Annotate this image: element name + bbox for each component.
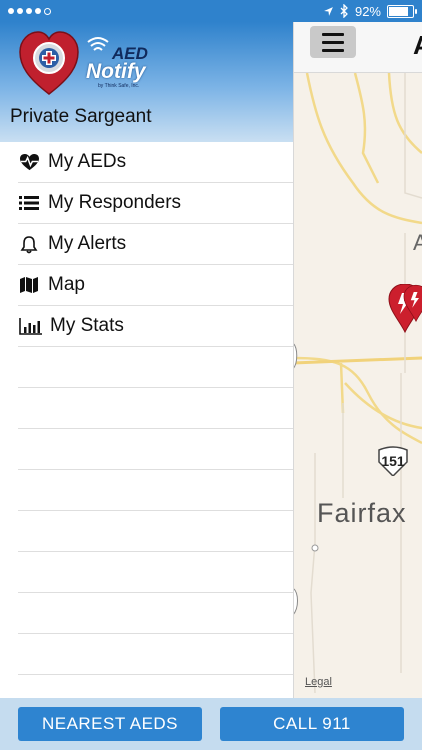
menu-label: My AEDs [48,151,127,172]
menu-item-my-stats[interactable]: My Stats [18,306,293,347]
menu-label: My Responders [48,192,182,213]
empty-menu-row [18,470,293,511]
user-name: Private Sargeant [10,106,152,127]
side-drawer: AED Notify by Think Safe, Inc. Private S… [0,22,294,698]
menu-item-my-aeds[interactable]: My AEDs [18,142,293,183]
app-logo: AED Notify by Think Safe, Inc. [18,30,158,98]
bell-icon [18,234,40,254]
map-view[interactable]: A A 151 Fairfax Legal [293,22,422,698]
menu-item-my-responders[interactable]: My Responders [18,183,293,224]
call-911-button[interactable]: CALL 911 [220,707,404,741]
battery-icon [387,4,417,18]
location-arrow-icon [324,6,333,16]
menu-label: My Alerts [48,233,127,254]
logo-tagline: by Think Safe, Inc. [98,83,140,89]
heartbeat-icon [18,152,40,172]
signal-strength-icon [8,7,51,15]
nearest-aeds-button[interactable]: NEAREST AEDS [18,707,202,741]
bluetooth-icon [340,4,348,18]
map-roads [293,73,422,694]
route-shield: 151 [377,446,409,476]
menu-label: Map [48,274,85,295]
drawer-header: AED Notify by Think Safe, Inc. Private S… [0,22,293,142]
list-icon [18,193,40,213]
hamburger-menu-button[interactable] [310,26,356,58]
aed-marker[interactable] [401,284,422,324]
legal-link[interactable]: Legal [305,676,332,688]
menu-label: My Stats [50,315,124,336]
empty-menu-row [18,347,293,388]
map-icon [18,275,40,295]
place-label: Fairfax [317,498,407,528]
logo-text-notify: Notify [86,60,146,83]
menu-item-my-alerts[interactable]: My Alerts [18,224,293,265]
status-bar: 92% [0,0,422,22]
bottom-action-bar: NEAREST AEDS CALL 911 [0,698,422,750]
empty-menu-row [18,634,293,675]
battery-level-fill [389,6,409,16]
menu-item-map[interactable]: Map [18,265,293,306]
bar-chart-icon [18,316,42,336]
battery-percent: 92% [354,3,381,19]
empty-menu-row [18,429,293,470]
route-shield-number: 151 [381,453,405,469]
empty-menu-row [18,552,293,593]
empty-menu-row [18,511,293,552]
empty-menu-row [18,593,293,634]
map-navigation-bar: A [293,22,422,73]
map-label: A [413,230,422,255]
map-title: A [413,30,422,61]
empty-menu-row [18,388,293,429]
